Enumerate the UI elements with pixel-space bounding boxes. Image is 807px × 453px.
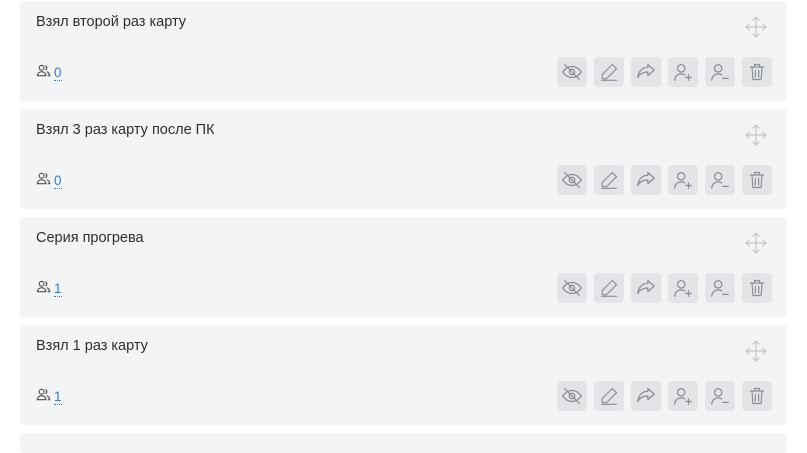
move-arrows-icon[interactable]	[743, 338, 769, 364]
add-subscriber-button[interactable]	[668, 273, 698, 303]
remove-subscriber-button[interactable]	[705, 57, 735, 87]
subscribers-count-link[interactable]: 1	[54, 389, 62, 405]
subscribers-count[interactable]: 0	[36, 171, 62, 191]
card-actions	[557, 273, 772, 303]
user-minus-icon	[709, 61, 731, 83]
edit-button[interactable]	[594, 165, 624, 195]
share-arrow-icon	[635, 385, 657, 407]
subscribers-count-link[interactable]: 0	[54, 65, 62, 81]
user-plus-icon	[672, 385, 694, 407]
pencil-icon	[599, 278, 619, 298]
share-button[interactable]	[631, 381, 661, 411]
trash-icon	[747, 62, 767, 82]
pencil-icon	[599, 170, 619, 190]
list-item-partial	[20, 433, 787, 453]
trash-icon	[747, 386, 767, 406]
delete-button[interactable]	[742, 381, 772, 411]
card-actions	[557, 381, 772, 411]
pencil-icon	[599, 62, 619, 82]
eye-off-icon	[561, 385, 583, 407]
list-item: Взял 1 раз карту 1	[20, 325, 787, 425]
card-actions	[557, 57, 772, 87]
subscribers-count-link[interactable]: 1	[54, 281, 62, 297]
remove-subscriber-button[interactable]	[705, 273, 735, 303]
subscribers-count[interactable]: 1	[36, 387, 62, 407]
add-subscriber-button[interactable]	[668, 165, 698, 195]
delete-button[interactable]	[742, 165, 772, 195]
user-plus-icon	[672, 277, 694, 299]
users-icon	[36, 279, 51, 299]
card-title: Взял второй раз карту	[36, 14, 187, 30]
funnel-list: Взял второй раз карту 0 Взял 3 раз карту…	[0, 0, 807, 453]
move-arrows-icon[interactable]	[743, 122, 769, 148]
subscribers-count-link[interactable]: 0	[54, 173, 62, 189]
user-minus-icon	[709, 169, 731, 191]
users-icon	[36, 171, 51, 191]
card-title: Взял 1 раз карту	[36, 338, 148, 354]
users-icon	[36, 63, 51, 83]
pencil-icon	[599, 386, 619, 406]
user-plus-icon	[672, 61, 694, 83]
delete-button[interactable]	[742, 273, 772, 303]
edit-button[interactable]	[594, 57, 624, 87]
share-button[interactable]	[631, 57, 661, 87]
move-arrows-icon[interactable]	[743, 230, 769, 256]
remove-subscriber-button[interactable]	[705, 165, 735, 195]
subscribers-count[interactable]: 0	[36, 63, 62, 83]
hide-button[interactable]	[557, 57, 587, 87]
share-arrow-icon	[635, 169, 657, 191]
trash-icon	[747, 170, 767, 190]
hide-button[interactable]	[557, 381, 587, 411]
hide-button[interactable]	[557, 273, 587, 303]
eye-off-icon	[561, 277, 583, 299]
card-title: Взял 3 раз карту после ПК	[36, 122, 215, 138]
users-icon	[36, 387, 51, 407]
eye-off-icon	[561, 61, 583, 83]
add-subscriber-button[interactable]	[668, 381, 698, 411]
list-item: Взял второй раз карту 0	[20, 1, 787, 101]
eye-off-icon	[561, 169, 583, 191]
edit-button[interactable]	[594, 273, 624, 303]
trash-icon	[747, 278, 767, 298]
delete-button[interactable]	[742, 57, 772, 87]
share-button[interactable]	[631, 165, 661, 195]
list-item: Взял 3 раз карту после ПК 0	[20, 109, 787, 209]
card-actions	[557, 165, 772, 195]
list-item: Серия прогрева 1	[20, 217, 787, 317]
share-arrow-icon	[635, 61, 657, 83]
edit-button[interactable]	[594, 381, 624, 411]
card-title: Серия прогрева	[36, 230, 144, 246]
move-arrows-icon[interactable]	[743, 14, 769, 40]
hide-button[interactable]	[557, 165, 587, 195]
user-plus-icon	[672, 169, 694, 191]
user-minus-icon	[709, 277, 731, 299]
remove-subscriber-button[interactable]	[705, 381, 735, 411]
share-arrow-icon	[635, 277, 657, 299]
user-minus-icon	[709, 385, 731, 407]
add-subscriber-button[interactable]	[668, 57, 698, 87]
share-button[interactable]	[631, 273, 661, 303]
subscribers-count[interactable]: 1	[36, 279, 62, 299]
